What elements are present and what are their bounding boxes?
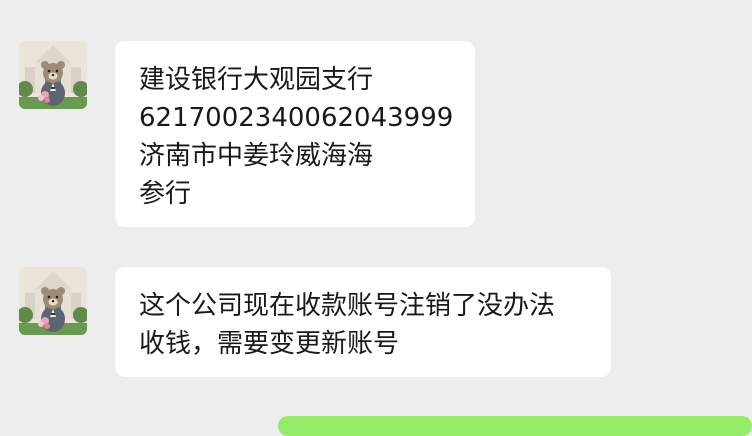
chat-area: 建设银行大观园支行 6217002340062043999 济南市中姜玲威海海 … (0, 0, 752, 436)
message-text-line: 建设银行大观园支行 (139, 65, 374, 95)
contact-avatar[interactable] (19, 41, 87, 109)
contact-avatar[interactable] (19, 267, 87, 335)
message-bubble[interactable]: 这个公司现在收款账号注销了没办法 收钱，需要变更新账号 (115, 267, 611, 377)
message-bubble[interactable]: 建设银行大观园支行 6217002340062043999 济南市中姜玲威海海 … (115, 41, 475, 227)
message-text-line: 这个公司现在收款账号注销了没办法 (139, 291, 556, 321)
teddy-bear-groom-avatar-icon (19, 267, 87, 335)
message-text-line: 济南市中姜玲威海海 (139, 141, 374, 171)
outgoing-message-bubble[interactable] (278, 416, 752, 436)
message-text-line: 6217002340062043999 (139, 103, 454, 133)
message-text-line: 参行 (139, 179, 192, 209)
message-text-line: 收钱，需要变更新账号 (139, 329, 400, 359)
teddy-bear-groom-avatar-icon (19, 41, 87, 109)
